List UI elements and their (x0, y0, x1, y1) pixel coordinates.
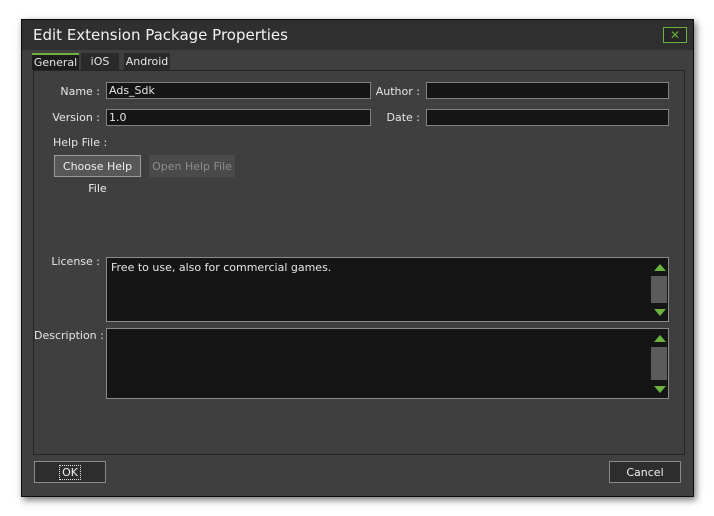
general-panel: Name : Ads_Sdk Author : Version : 1.0 Da… (33, 70, 685, 455)
title-bar[interactable]: Edit Extension Package Properties ✕ (22, 20, 693, 50)
scroll-up-arrow-icon[interactable] (654, 264, 666, 271)
scroll-down-arrow-icon[interactable] (654, 386, 666, 393)
tab-general[interactable]: General (32, 53, 79, 70)
description-scrollbar[interactable] (650, 329, 668, 398)
description-textarea[interactable] (106, 328, 669, 399)
date-field[interactable] (426, 109, 669, 126)
name-field[interactable]: Ads_Sdk (106, 82, 371, 99)
author-field[interactable] (426, 82, 669, 99)
help-file-label: Help File : (53, 136, 108, 149)
close-button[interactable]: ✕ (663, 27, 687, 43)
author-label: Author : (375, 85, 420, 98)
dialog-title: Edit Extension Package Properties (33, 26, 288, 44)
choose-help-file-button[interactable]: Choose Help File (54, 155, 141, 195)
ok-button[interactable]: OK (34, 461, 106, 483)
date-label: Date : (386, 111, 421, 124)
cancel-button[interactable]: Cancel (609, 461, 681, 483)
scroll-thumb[interactable] (651, 347, 667, 380)
version-field[interactable]: 1.0 (106, 109, 371, 126)
license-label: License : (51, 255, 100, 268)
license-text: Free to use, also for commercial games. (111, 261, 332, 274)
name-label: Name : (60, 85, 100, 98)
tab-ios[interactable]: iOS (81, 53, 119, 70)
description-label: Description : (34, 329, 104, 342)
scroll-down-arrow-icon[interactable] (654, 309, 666, 316)
edit-extension-package-dialog: Edit Extension Package Properties ✕ Gene… (21, 19, 694, 497)
ok-label: OK (59, 465, 81, 480)
scroll-thumb[interactable] (651, 276, 667, 303)
license-scrollbar[interactable] (650, 258, 668, 321)
license-textarea[interactable]: Free to use, also for commercial games. (106, 257, 669, 322)
close-icon: ✕ (669, 28, 681, 42)
open-help-file-button[interactable]: Open Help File (149, 155, 235, 177)
tab-android[interactable]: Android (124, 53, 170, 70)
scroll-up-arrow-icon[interactable] (654, 335, 666, 342)
version-label: Version : (52, 111, 100, 124)
